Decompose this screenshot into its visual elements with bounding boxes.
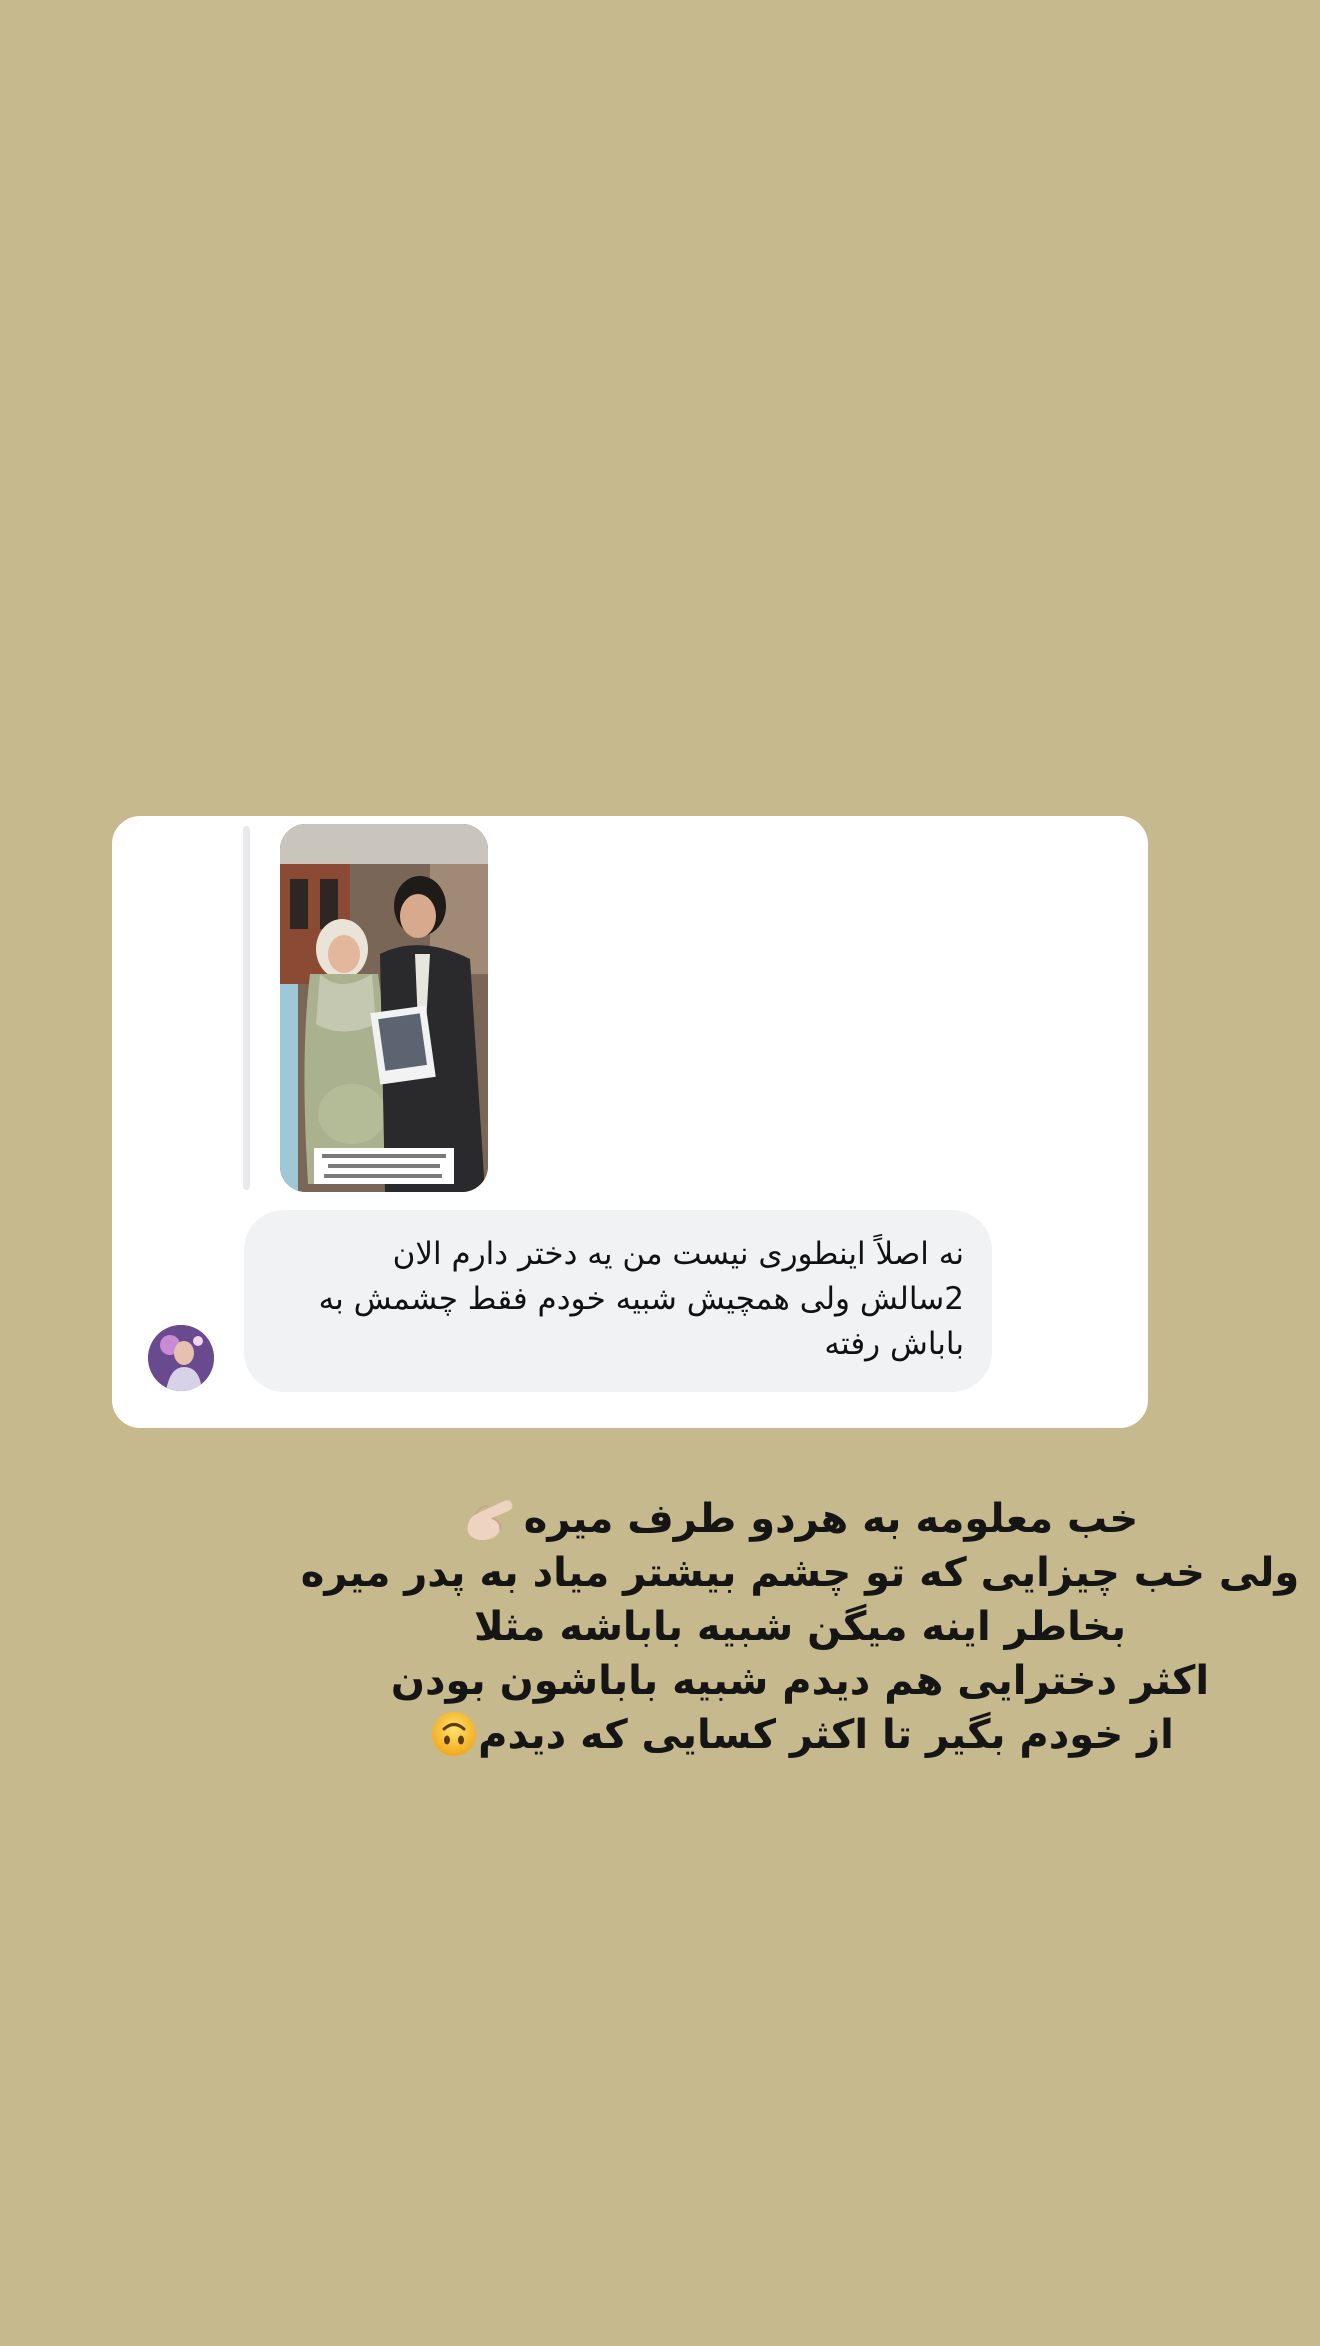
reply-indicator-line [243,826,250,1190]
message-line: نه اصلاً اینطوری نیست من یه دختر دارم ال… [392,1236,964,1272]
story-caption: خب معلومه به هردو طرف میره ولی خب چیزایی… [300,1492,1300,1762]
sender-avatar[interactable] [148,1325,214,1391]
caption-line-2: ولی خب چیزایی که تو چشم بیشتر میاد به پد… [300,1550,1300,1596]
message-text: نه اصلاً اینطوری نیست من یه دختر دارم ال… [272,1232,964,1367]
caption-line-3: بخاطر اینه میگن شبیه باباشه مثلا [473,1604,1127,1650]
shared-post-thumbnail[interactable] [280,824,488,1192]
message-line: باباش رفته [824,1326,964,1362]
pinching-hand-emoji [467,1500,513,1540]
caption-line-1: خب معلومه به هردو طرف میره [300,1492,1300,1546]
couple-pregnancy-photo [280,824,488,1192]
caption-line-4: اکثر دخترایی هم دیدم شبیه باباشون بودن [390,1658,1210,1704]
upside-down-face-emoji [432,1712,477,1756]
story-canvas: نه اصلاً اینطوری نیست من یه دختر دارم ال… [0,0,1320,2346]
avatar-image [148,1325,214,1391]
message-bubble[interactable]: نه اصلاً اینطوری نیست من یه دختر دارم ال… [244,1210,992,1392]
message-line: 2سالش ولی همچیش شبیه خودم فقط چشمش به [318,1281,964,1317]
caption-line-5: از خودم بگیر تا اکثر کسایی که دیدم [300,1708,1300,1762]
